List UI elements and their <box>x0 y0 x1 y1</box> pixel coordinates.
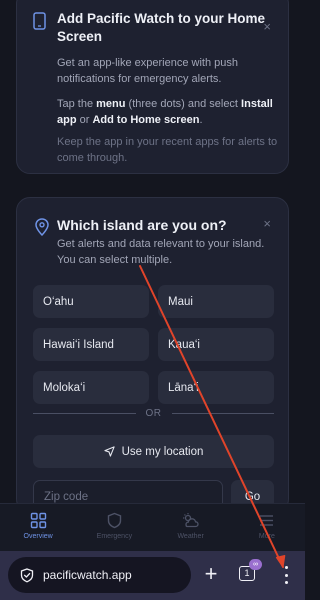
location-pin-icon <box>35 218 49 236</box>
island-option-maui[interactable]: Maui <box>158 285 274 318</box>
browser-menu-button[interactable] <box>281 566 291 584</box>
nav-item-weather[interactable]: Weather <box>153 504 229 551</box>
weather-icon <box>183 513 199 528</box>
island-card-title: Which island are you on? <box>57 217 227 233</box>
nav-item-emergency[interactable]: Emergency <box>76 504 152 551</box>
island-option-lanai[interactable]: Lāna‘i <box>158 371 274 404</box>
nav-label-overview: Overview <box>23 533 53 540</box>
url-text: pacificwatch.app <box>43 568 132 582</box>
grid-icon <box>30 512 46 529</box>
navigation-arrow-icon <box>103 446 115 457</box>
menu-icon <box>260 515 274 526</box>
island-option-hawaii[interactable]: Hawai‘i Island <box>33 328 149 361</box>
bottom-nav: Overview Emergency Weather More <box>0 503 305 551</box>
close-icon[interactable]: × <box>263 217 271 230</box>
site-security-icon <box>20 567 34 583</box>
island-select-card: Which island are you on? × Get alerts an… <box>16 197 289 513</box>
divider-line <box>171 412 274 414</box>
install-card-title: Add Pacific Watch to your Home Screen <box>57 11 266 44</box>
or-label: OR <box>145 407 162 419</box>
nav-label-more: More <box>258 533 275 540</box>
install-prompt-card: Add Pacific Watch to your Home Screen × … <box>16 0 289 174</box>
divider-line <box>33 412 136 414</box>
nav-item-more[interactable]: More <box>229 504 305 551</box>
close-icon[interactable]: × <box>263 20 271 33</box>
use-location-button[interactable]: Use my location <box>33 435 274 468</box>
address-bar[interactable]: pacificwatch.app <box>8 557 191 593</box>
new-tab-button[interactable]: + <box>201 563 221 587</box>
phone-icon <box>33 12 46 30</box>
shield-icon <box>107 512 122 529</box>
island-option-oahu[interactable]: O‘ahu <box>33 285 149 318</box>
menu-dot <box>284 573 288 577</box>
use-location-label: Use my location <box>121 445 204 458</box>
browser-toolbar: pacificwatch.app + 1 ∞ <box>0 551 305 600</box>
or-divider: OR <box>33 406 274 420</box>
menu-dot <box>284 566 288 569</box>
tabs-badge: ∞ <box>249 559 262 570</box>
menu-dot <box>284 581 288 584</box>
install-card-instructions: Tap the menu (three dots) and select Ins… <box>57 98 273 126</box>
island-option-molokai[interactable]: Moloka‘i <box>33 371 149 404</box>
nav-item-overview[interactable]: Overview <box>0 504 76 551</box>
island-card-description: Get alerts and data relevant to your isl… <box>57 238 265 266</box>
island-options: O‘ahu Maui Hawai‘i Island Kaua‘i Moloka‘… <box>33 285 274 404</box>
nav-label-weather: Weather <box>177 533 204 540</box>
nav-label-emergency: Emergency <box>96 533 133 540</box>
island-option-kauai[interactable]: Kaua‘i <box>158 328 274 361</box>
install-card-description: Get an app-like experience with push not… <box>57 57 238 85</box>
install-card-note: Keep the app in your recent apps for ale… <box>57 136 278 164</box>
